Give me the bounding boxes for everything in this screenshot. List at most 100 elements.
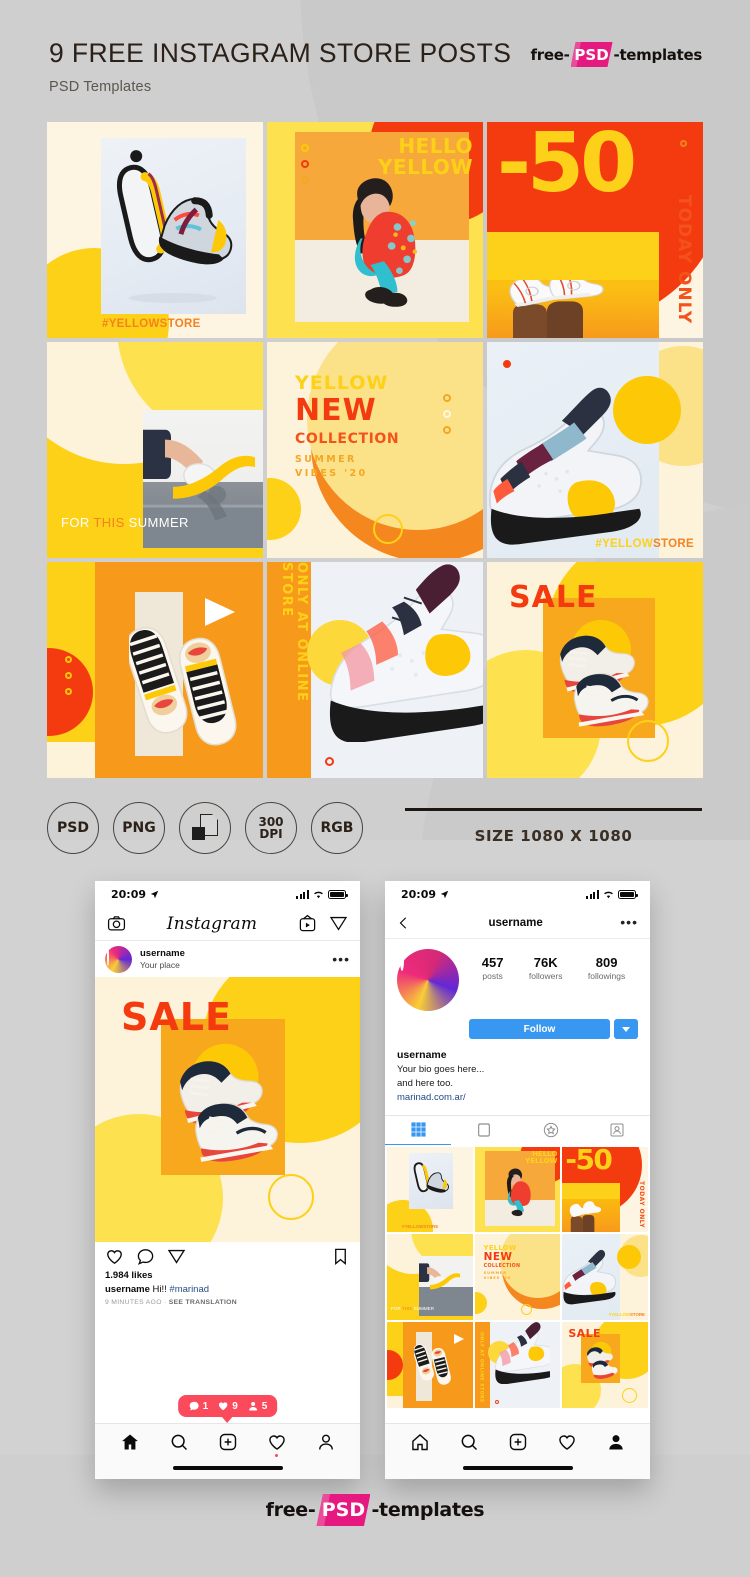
post-preview-2[interactable]: HELLO YELLOW (267, 122, 483, 338)
status-time: 20:09 (401, 887, 437, 901)
nav-search-icon[interactable] (169, 1432, 189, 1452)
post-title: HELLO YELLOW (378, 136, 473, 178)
person-filled-icon (248, 1402, 257, 1411)
bio-name: username (397, 1049, 447, 1061)
brand-logo-top: free- PSD -templates (531, 42, 702, 67)
grid-post-6[interactable]: #YELLOWSTORE (562, 1234, 648, 1320)
grid-icon (411, 1122, 426, 1137)
stat-posts[interactable]: 457 posts (482, 955, 504, 981)
follow-button[interactable]: Follow (469, 1019, 610, 1039)
post-preview-7[interactable] (47, 562, 263, 778)
nav-profile-icon[interactable] (316, 1432, 336, 1452)
notif-likes-count: 9 (232, 1400, 238, 1412)
brand-logo-bottom: free- PSD -templates (0, 1494, 750, 1526)
post-options-icon[interactable]: ••• (332, 951, 350, 966)
profile-header: username ••• (385, 907, 650, 939)
profile-stats: 457 posts 76K followers 809 followings (469, 949, 638, 981)
nav-home-icon[interactable] (410, 1432, 430, 1452)
post-line-new: NEW (295, 393, 377, 428)
post-timestamp-row: 9 MINUTES AGO · SEE TRANSLATION (105, 1299, 350, 1306)
caption-part-a: FOR (61, 515, 94, 530)
grid-post-5-t4b: VIBES '20 (483, 1276, 512, 1281)
suggestions-dropdown-button[interactable] (614, 1019, 638, 1039)
tab-list[interactable] (451, 1116, 517, 1145)
post-preview-4[interactable]: FOR THIS SUMMER (47, 342, 263, 558)
decor-small-blob (267, 478, 301, 540)
nav-activity-icon[interactable] (267, 1432, 287, 1457)
post-preview-1[interactable]: #YELLOWSTORE (47, 122, 263, 338)
tab-tagged[interactable] (584, 1116, 650, 1145)
decor-ring-3 (301, 176, 309, 184)
avatar[interactable] (105, 945, 132, 973)
direct-message-icon[interactable] (329, 914, 348, 933)
notification-pill[interactable]: 1 9 5 (177, 1395, 278, 1423)
stat-followers[interactable]: 76K followers (529, 955, 563, 981)
grid-post-5-t3: COLLECTION (483, 1263, 521, 1269)
grid-post-5[interactable]: YELLOW NEW COLLECTION SUMMER VIBES '20 (474, 1234, 561, 1320)
nav-profile-icon[interactable] (606, 1432, 626, 1452)
tab-saved[interactable] (518, 1116, 584, 1145)
post-line-summer-a: SUMMER (295, 453, 357, 465)
notif-follows: 5 (247, 1400, 267, 1412)
post-preview-3[interactable]: -50 TODAY ONLY (487, 122, 703, 338)
caption-part-b: THIS (93, 515, 125, 530)
back-icon[interactable] (397, 916, 411, 930)
caption-hashtag[interactable]: #marinad (169, 1284, 209, 1295)
post-title-line2: YELLOW (378, 154, 473, 179)
decor-ring-2 (443, 410, 451, 418)
see-translation-link[interactable]: SEE TRANSLATION (169, 1299, 237, 1306)
decor-ring-outline (627, 720, 669, 762)
brand-hex-badge: PSD (315, 1494, 371, 1526)
brand-prefix: free- (265, 1499, 316, 1521)
stat-followings[interactable]: 809 followings (588, 955, 625, 981)
nav-activity-icon[interactable] (557, 1432, 577, 1452)
profile-avatar-image (399, 949, 404, 971)
feed-post-image: SALE (95, 977, 360, 1242)
heart-filled-icon (218, 1402, 228, 1411)
caption-username[interactable]: username (105, 1284, 150, 1295)
profile-summary: 457 posts 76K followers 809 followings (385, 939, 650, 1011)
post-preview-5[interactable]: YELLOW NEW COLLECTION SUMMER VIBES '20 (267, 342, 483, 558)
bio-link[interactable]: marinad.com.ar/ (397, 1091, 638, 1105)
sale-sneakers-art (179, 1043, 279, 1162)
igtv-icon[interactable] (298, 914, 317, 933)
grid-post-1[interactable]: #YELLOWSTORE (387, 1146, 473, 1233)
profile-avatar[interactable] (397, 949, 459, 1011)
grid-post-8[interactable]: ONLY AT ONLINE STORE (474, 1321, 561, 1408)
grid-post-2[interactable]: HELLO YELLOW (474, 1146, 561, 1233)
decor-ring-1 (65, 656, 72, 663)
status-right (586, 889, 638, 899)
grid-post-3[interactable]: -50 TODAY ONLY (562, 1146, 648, 1233)
post-location[interactable]: Your place (140, 960, 324, 970)
nav-add-icon[interactable] (218, 1432, 238, 1452)
grid-post-2-line2: YELLOW (525, 1156, 558, 1165)
bookmark-icon[interactable] (331, 1247, 350, 1266)
nav-add-icon[interactable] (508, 1432, 528, 1452)
nav-home-icon[interactable] (120, 1432, 140, 1452)
share-icon[interactable] (167, 1247, 186, 1266)
post-preview-9[interactable]: SALE (487, 562, 703, 778)
status-bar: 20:09 (385, 881, 650, 907)
nav-search-icon[interactable] (459, 1432, 479, 1452)
stat-followings-value: 809 (595, 955, 618, 970)
tagged-icon (610, 1123, 624, 1137)
comment-icon[interactable] (136, 1247, 155, 1266)
post-username[interactable]: username (140, 948, 324, 959)
product-photo (101, 138, 246, 314)
caption-yellow-part: #YELLOW (595, 538, 654, 550)
grid-post-9[interactable]: SALE (562, 1321, 648, 1408)
grid-post-4[interactable]: FOR THIS SUMMER (387, 1234, 473, 1320)
stat-posts-label: posts (482, 971, 503, 981)
like-icon[interactable] (105, 1247, 124, 1266)
post-caption: #YELLOWSTORE (595, 538, 694, 550)
profile-bio: username Your bio goes here... and here … (385, 1039, 650, 1115)
post-preview-6[interactable]: #YELLOWSTORE (487, 342, 703, 558)
profile-options-icon[interactable]: ••• (620, 915, 638, 930)
post-preview-8[interactable]: ONLY AT ONLINE STORE (267, 562, 483, 778)
grid-post-7[interactable] (387, 1321, 473, 1408)
list-icon (478, 1123, 491, 1137)
tab-grid[interactable] (385, 1116, 452, 1145)
camera-icon[interactable] (107, 914, 126, 933)
battery-icon (328, 889, 348, 899)
grid-post-4-caption: FOR THIS SUMMER (391, 1306, 434, 1311)
